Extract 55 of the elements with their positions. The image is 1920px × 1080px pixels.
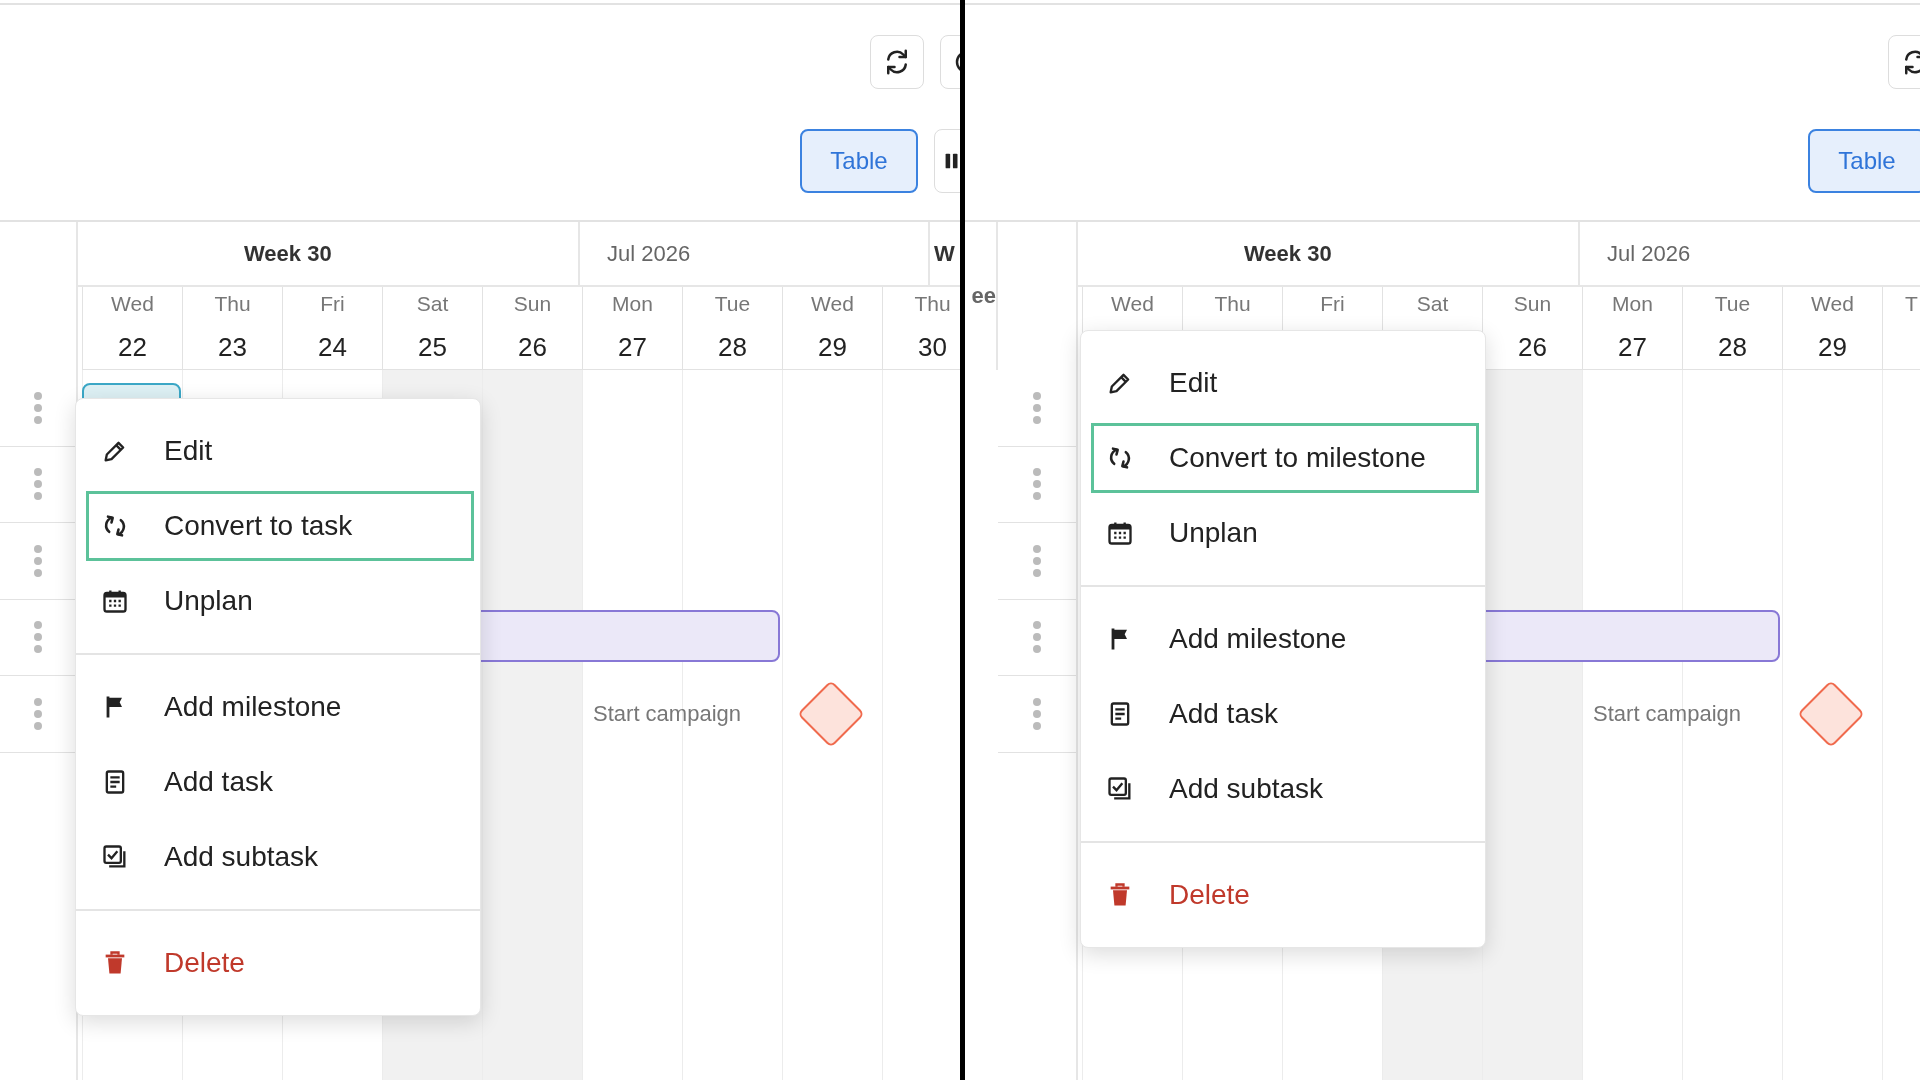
menu-item[interactable]: Unplan xyxy=(86,566,474,636)
date-number: 24 xyxy=(318,332,347,362)
weekday-label: Fri xyxy=(1320,291,1345,317)
weekday-label: Thu xyxy=(214,291,251,317)
menu-item[interactable]: Convert to milestone xyxy=(1091,423,1479,493)
menu-item[interactable]: Add task xyxy=(86,747,474,817)
weekday-label: Sun xyxy=(513,291,552,317)
menu-item[interactable]: Add milestone xyxy=(86,672,474,742)
date-number: 29 xyxy=(818,332,847,362)
weekday-label: Tue xyxy=(1714,291,1751,317)
menu-item[interactable]: Edit xyxy=(1091,348,1479,418)
view-tab[interactable]: Table xyxy=(800,129,918,193)
menu-item[interactable]: Add subtask xyxy=(86,822,474,892)
date-number: 28 xyxy=(718,332,747,362)
menu-item[interactable]: Add subtask xyxy=(1091,754,1479,824)
date-number: 27 xyxy=(618,332,647,362)
date-number: 23 xyxy=(218,332,247,362)
month-label: Jul 2026 xyxy=(1607,240,1691,267)
weekday-label: Wed xyxy=(811,291,854,317)
menu-item[interactable]: Convert to task xyxy=(86,491,474,561)
date-number: 26 xyxy=(1518,332,1547,362)
menu-item[interactable]: Edit xyxy=(86,416,474,486)
month-label: Jul 2026 xyxy=(607,240,691,267)
weekday-label: Wed xyxy=(111,291,154,317)
date-number: 30 xyxy=(918,332,947,362)
week-label: Week 30 xyxy=(1244,240,1332,267)
weekday-label: Thu xyxy=(1214,291,1251,317)
week-label: Week 30 xyxy=(244,240,332,267)
date-number: 28 xyxy=(1718,332,1747,362)
menu-item[interactable]: Add milestone xyxy=(1091,604,1479,674)
view-tab[interactable]: Table xyxy=(1808,129,1920,193)
milestone-label: Start campaign xyxy=(593,701,741,727)
weekday-label: Fri xyxy=(320,291,345,317)
weekday-label: Sun xyxy=(1513,291,1552,317)
column-header: ee xyxy=(971,283,996,309)
weekday-label: Wed xyxy=(1811,291,1854,317)
menu-item[interactable]: Unplan xyxy=(1091,498,1479,568)
date-number: 26 xyxy=(518,332,547,362)
weekday-label: Tue xyxy=(714,291,751,317)
weekday-label: Thu xyxy=(914,291,951,317)
weekday-label: Sat xyxy=(1416,291,1449,317)
date-number: 29 xyxy=(1818,332,1847,362)
weekday-label: Sat xyxy=(416,291,449,317)
milestone-label: Start campaign xyxy=(1593,701,1741,727)
menu-item[interactable]: Delete xyxy=(86,928,474,998)
date-number: 25 xyxy=(418,332,447,362)
menu-item[interactable]: Add task xyxy=(1091,679,1479,749)
weekday-label: Mon xyxy=(612,291,653,317)
weekday-label: Mon xyxy=(1612,291,1653,317)
menu-item[interactable]: Delete xyxy=(1091,860,1479,930)
weekday-label: Wed xyxy=(1111,291,1154,317)
date-number: 22 xyxy=(118,332,147,362)
week-label: W xyxy=(934,240,955,267)
date-number: 27 xyxy=(1618,332,1647,362)
weekday-label: T xyxy=(1905,291,1918,317)
